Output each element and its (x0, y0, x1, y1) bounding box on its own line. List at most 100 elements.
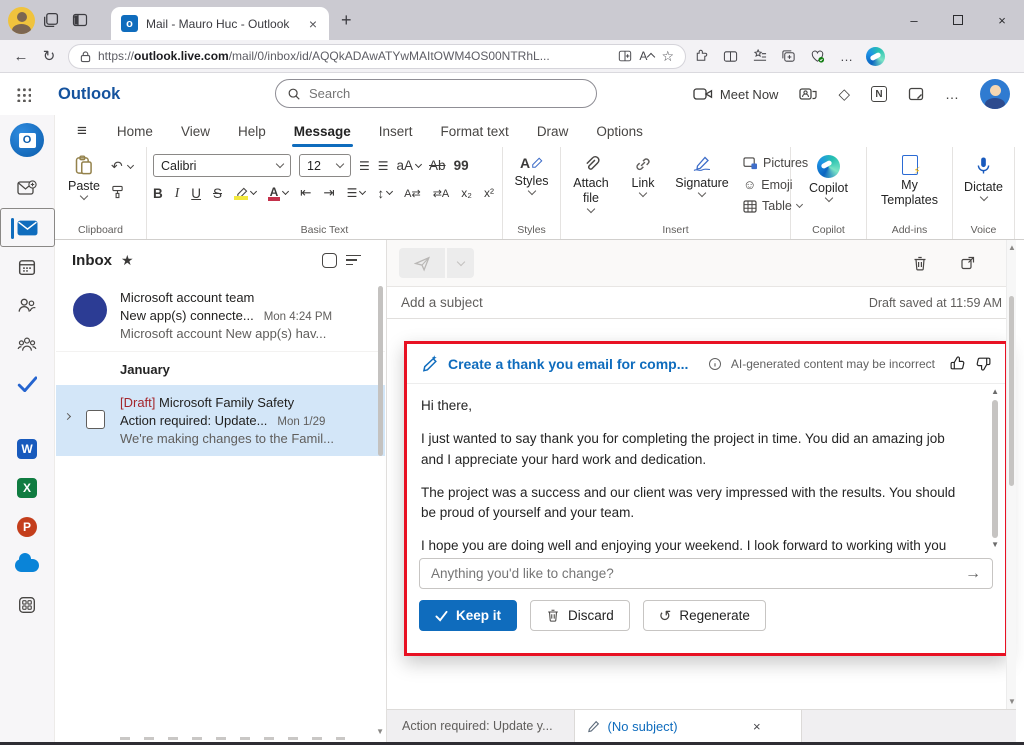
tab-home[interactable]: Home (103, 115, 167, 147)
bullet-list-icon[interactable]: ☰ (359, 159, 370, 173)
address-bar[interactable]: https://outlook.live.com/mail/0/inbox/id… (68, 44, 686, 69)
my-templates-button[interactable]: My Templates (873, 154, 946, 209)
delete-draft-icon[interactable] (912, 255, 928, 272)
tab-format-text[interactable]: Format text (427, 115, 523, 147)
scroll-down-icon[interactable]: ▼ (1008, 697, 1016, 706)
subject-placeholder[interactable]: Add a subject (401, 295, 483, 310)
favorites-icon[interactable] (746, 49, 773, 64)
filter-icon[interactable] (346, 255, 361, 266)
browser-tab[interactable]: o Mail - Mauro Huc - Outlook × (111, 7, 329, 40)
outlook-wordmark[interactable]: Outlook (58, 85, 120, 104)
onenote-icon[interactable]: N (871, 86, 887, 102)
hamburger-icon[interactable]: ≡ (77, 121, 87, 141)
toolbar-more-icon[interactable]: … (833, 49, 860, 64)
search-box[interactable] (275, 79, 597, 108)
new-outlook-icon[interactable] (0, 169, 55, 208)
ltr-icon[interactable]: A⇄ (404, 187, 421, 200)
undo-button[interactable]: ↶ (111, 158, 133, 175)
compose-scrollbar[interactable]: ▲ ▼ (1006, 240, 1016, 709)
rail-todo-icon[interactable] (0, 364, 55, 403)
rail-word-icon[interactable]: W (0, 429, 55, 468)
close-draft-tab-icon[interactable]: × (753, 719, 761, 734)
font-size-select[interactable]: 12 (299, 154, 351, 177)
styles-button[interactable]: A Styles (509, 154, 554, 195)
send-options-chevron[interactable] (447, 248, 474, 278)
draft-tab-inactive[interactable]: Action required: Update y... (387, 710, 568, 742)
tab-groups-icon[interactable] (775, 49, 802, 64)
favorite-star-icon[interactable]: ☆ (661, 48, 674, 65)
quote-icon[interactable]: 99 (454, 158, 469, 173)
generated-draft-body[interactable]: Hi there, I just wanted to say thank you… (407, 384, 1005, 553)
refresh-button[interactable]: ↻ (36, 47, 62, 65)
header-more-icon[interactable]: … (945, 86, 959, 102)
rail-more-apps-icon[interactable] (0, 585, 55, 624)
rail-groups-icon[interactable] (0, 325, 55, 364)
rail-mail-icon[interactable] (0, 208, 55, 247)
thumbs-up-icon[interactable] (949, 355, 966, 372)
tab-draw[interactable]: Draw (523, 115, 583, 147)
font-color-icon[interactable]: A (268, 186, 288, 201)
rail-people-icon[interactable] (0, 286, 55, 325)
app-launcher-icon[interactable] (16, 87, 31, 102)
copilot-refine-input[interactable] (431, 566, 957, 581)
thumbs-down-icon[interactable] (975, 355, 992, 372)
favorite-folder-icon[interactable]: ★ (121, 252, 134, 269)
message-checkbox[interactable] (86, 410, 105, 429)
subject-row[interactable]: Add a subject Draft saved at 11:59 AM (387, 286, 1016, 319)
back-button[interactable]: ← (8, 48, 34, 65)
split-screen-icon[interactable] (717, 49, 744, 64)
select-messages-icon[interactable] (322, 253, 337, 268)
teams-icon[interactable] (799, 86, 817, 102)
outdent-icon[interactable]: ⇤ (300, 185, 311, 201)
browser-profile-avatar[interactable] (8, 7, 35, 34)
account-avatar[interactable] (980, 79, 1010, 109)
font-name-select[interactable]: Calibri (153, 154, 291, 177)
scrollbar-thumb[interactable] (1009, 296, 1014, 486)
minimize-button[interactable]: – (892, 0, 936, 40)
premium-icon[interactable]: ◇ (838, 85, 850, 103)
dictate-button[interactable]: Dictate (959, 154, 1008, 201)
tab-view[interactable]: View (167, 115, 224, 147)
copilot-prompt-title[interactable]: Create a thank you email for comp... (448, 356, 688, 372)
maximize-button[interactable] (936, 0, 980, 40)
discard-button[interactable]: Discard (530, 600, 630, 631)
line-spacing-icon[interactable]: ↕ (377, 186, 392, 201)
rail-onedrive-icon[interactable] (0, 546, 55, 585)
expand-conversation-icon[interactable] (64, 413, 71, 420)
close-window-button[interactable]: × (980, 0, 1024, 40)
workspaces-icon[interactable] (35, 12, 65, 29)
regenerate-button[interactable]: ↺ Regenerate (643, 600, 766, 631)
notes-icon[interactable] (908, 86, 924, 102)
attach-file-button[interactable]: Attach file (567, 154, 615, 213)
mail-list-item[interactable]: Microsoft account team New app(s) connec… (56, 280, 385, 352)
keep-it-button[interactable]: Keep it (419, 600, 517, 631)
rail-calendar-icon[interactable] (0, 247, 55, 286)
change-case-icon[interactable]: aA (397, 158, 422, 173)
rail-excel-icon[interactable]: X (0, 468, 55, 507)
superscript-icon[interactable]: x² (484, 186, 494, 200)
signature-button[interactable]: Signature (671, 154, 733, 197)
submit-arrow-icon[interactable]: → (965, 565, 981, 583)
extensions-icon[interactable] (688, 49, 715, 64)
rail-powerpoint-icon[interactable]: P (0, 507, 55, 546)
paste-button[interactable]: Paste (61, 154, 107, 200)
subscript-icon[interactable]: x₂ (461, 186, 472, 200)
list-scrollbar-thumb[interactable] (378, 286, 383, 456)
rtl-icon[interactable]: ⇄A (433, 187, 450, 200)
split-window-icon[interactable] (618, 49, 632, 63)
scroll-up-icon[interactable]: ▲ (1008, 243, 1016, 252)
read-aloud-icon[interactable]: A (639, 49, 654, 63)
open-in-new-window-icon[interactable] (960, 255, 976, 271)
bold-icon[interactable]: B (153, 186, 163, 201)
mail-list-item-selected[interactable]: [Draft] Microsoft Family Safety Action r… (56, 385, 385, 456)
format-painter-icon[interactable] (111, 185, 133, 199)
tab-help[interactable]: Help (224, 115, 280, 147)
card-scrollbar-thumb[interactable] (992, 400, 998, 538)
tab-message[interactable]: Message (280, 115, 365, 147)
underline-icon[interactable]: U (191, 186, 201, 201)
close-tab-icon[interactable]: × (307, 16, 319, 32)
tab-options[interactable]: Options (582, 115, 657, 147)
numbered-list-icon[interactable]: ☰ (378, 159, 389, 173)
italic-icon[interactable]: I (175, 185, 180, 201)
meet-now-button[interactable]: Meet Now (693, 87, 779, 102)
